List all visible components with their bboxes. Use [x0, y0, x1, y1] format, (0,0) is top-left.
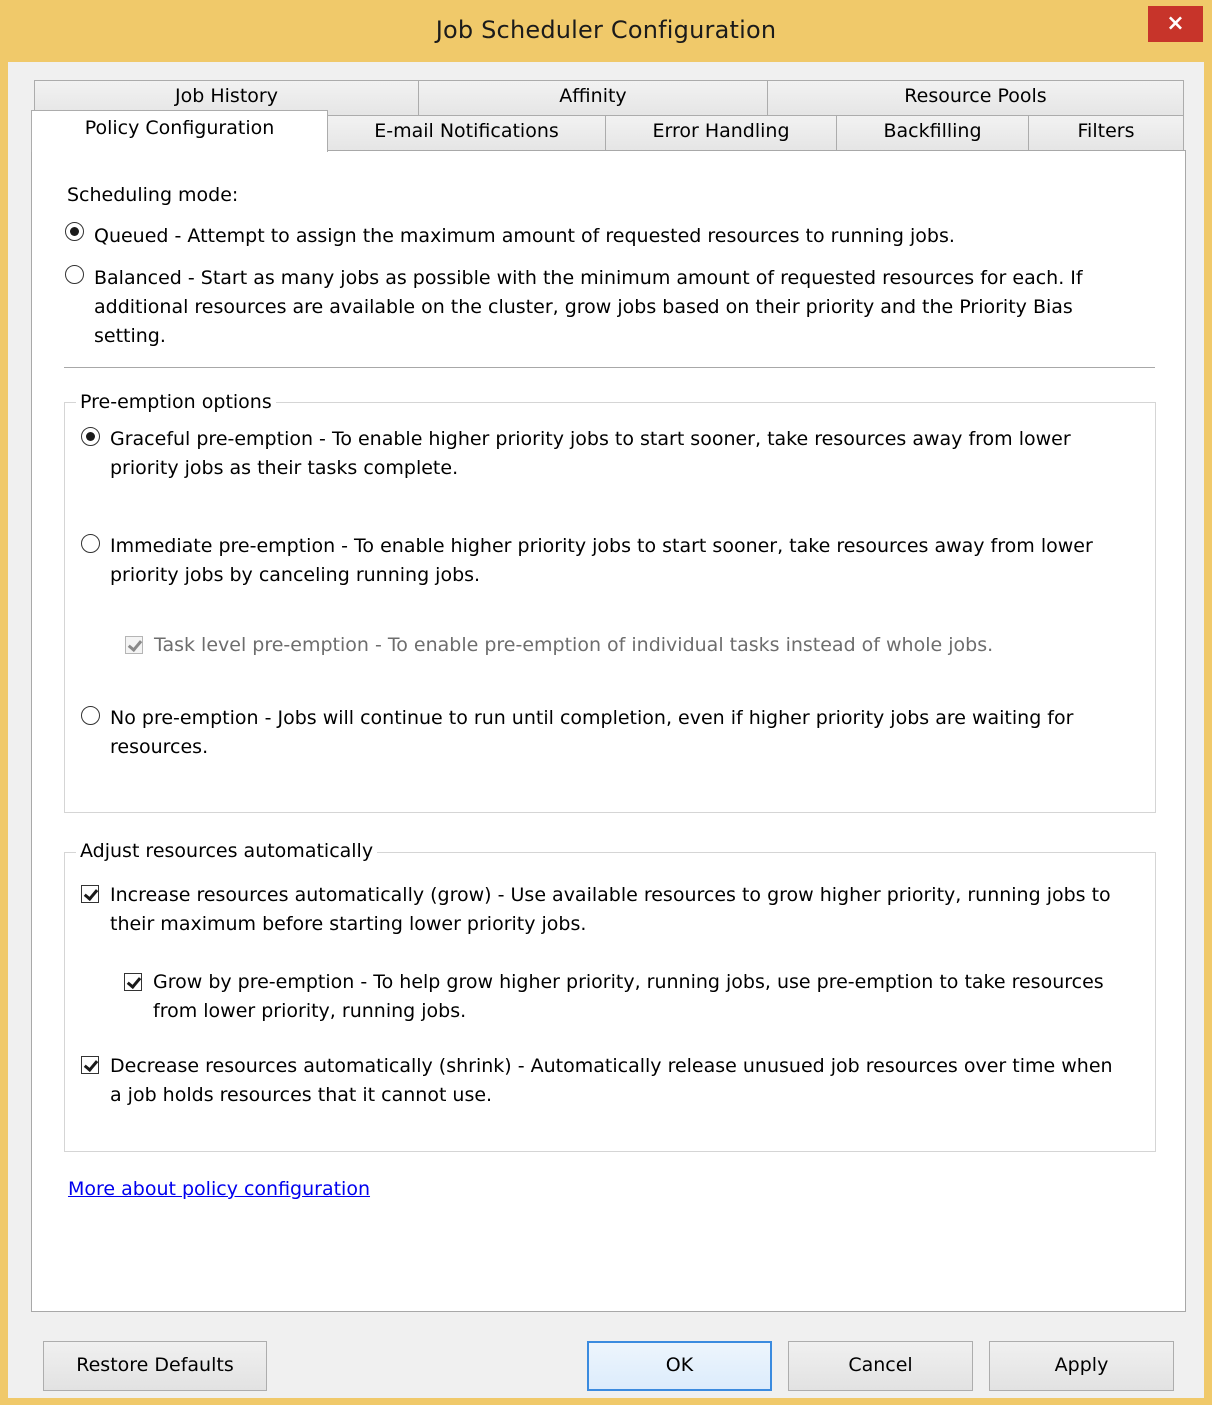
tab-label: Filters [1077, 120, 1135, 142]
adjust-resources-group-label: Adjust resources automatically [76, 837, 378, 865]
radio-queued[interactable] [65, 222, 84, 241]
radio-immediate-label-line1[interactable]: Immediate pre-emption - To enable higher… [110, 532, 1093, 561]
radio-no-preemption-label-line2[interactable]: resources. [110, 733, 208, 762]
dialog-window: Job Scheduler Configuration × Job Histor… [0, 0, 1212, 1405]
more-about-policy-link[interactable]: More about policy configuration [68, 1178, 370, 1200]
radio-immediate-label-line2[interactable]: priority jobs by canceling running jobs. [110, 561, 480, 590]
tab-label: Affinity [559, 85, 627, 107]
checkbox-shrink-label-line1[interactable]: Decrease resources automatically (shrink… [110, 1052, 1113, 1081]
tab-label: Resource Pools [904, 85, 1047, 107]
checkbox-grow-by-preemption-label-line1[interactable]: Grow by pre-emption - To help grow highe… [153, 968, 1104, 997]
tab-email-notifications[interactable]: E-mail Notifications [327, 115, 606, 151]
tab-label: E-mail Notifications [374, 120, 559, 142]
checkbox-task-level-preemption [125, 636, 143, 654]
checkbox-shrink[interactable] [81, 1056, 99, 1074]
checkbox-grow-by-preemption-label-line2[interactable]: from lower priority, running jobs. [153, 997, 466, 1026]
ok-button[interactable]: OK [587, 1341, 772, 1391]
radio-graceful-preemption[interactable] [81, 427, 100, 446]
radio-balanced-label-line2[interactable]: additional resources are available on th… [94, 293, 1073, 322]
restore-defaults-button[interactable]: Restore Defaults [43, 1341, 267, 1391]
checkbox-task-level-label: Task level pre-emption - To enable pre-e… [154, 634, 994, 656]
separator [64, 367, 1155, 368]
scheduling-mode-label: Scheduling mode: [67, 184, 239, 206]
tab-filters[interactable]: Filters [1028, 115, 1184, 151]
apply-button[interactable]: Apply [989, 1341, 1174, 1391]
checkbox-grow-label-line1[interactable]: Increase resources automatically (grow) … [110, 881, 1111, 910]
tab-error-handling[interactable]: Error Handling [605, 115, 837, 151]
checkbox-shrink-label-line2[interactable]: a job holds resources that it cannot use… [110, 1081, 492, 1110]
radio-queued-label[interactable]: Queued - Attempt to assign the maximum a… [94, 222, 955, 251]
checkbox-grow-by-preemption[interactable] [124, 973, 142, 991]
tab-label: Policy Configuration [84, 117, 275, 139]
radio-balanced-label-line1[interactable]: Balanced - Start as many jobs as possibl… [94, 264, 1083, 293]
tab-policy-configuration[interactable]: Policy Configuration [31, 110, 328, 152]
radio-balanced-label-line3[interactable]: setting. [94, 322, 166, 351]
title-bar: Job Scheduler Configuration × [0, 0, 1212, 62]
tab-resource-pools[interactable]: Resource Pools [767, 80, 1184, 116]
radio-immediate-preemption[interactable] [81, 534, 100, 553]
cancel-button[interactable]: Cancel [788, 1341, 973, 1391]
tab-label: Job History [175, 85, 278, 107]
checkbox-grow-label-line2[interactable]: their maximum before starting lower prio… [110, 910, 586, 939]
radio-balanced[interactable] [65, 265, 84, 284]
close-button[interactable]: × [1148, 6, 1203, 42]
tab-label: Error Handling [652, 120, 790, 142]
radio-graceful-label-line2[interactable]: priority jobs as their tasks complete. [110, 454, 458, 483]
radio-no-preemption-label-line1[interactable]: No pre-emption - Jobs will continue to r… [110, 704, 1073, 733]
checkbox-grow[interactable] [81, 885, 99, 903]
tab-label: Backfilling [883, 120, 982, 142]
tab-backfilling[interactable]: Backfilling [836, 115, 1029, 151]
radio-graceful-label-line1[interactable]: Graceful pre-emption - To enable higher … [110, 425, 1071, 454]
preemption-group-label: Pre-emption options [76, 388, 276, 416]
tab-affinity[interactable]: Affinity [418, 80, 768, 116]
window-title: Job Scheduler Configuration [435, 16, 777, 44]
radio-no-preemption[interactable] [81, 706, 100, 725]
